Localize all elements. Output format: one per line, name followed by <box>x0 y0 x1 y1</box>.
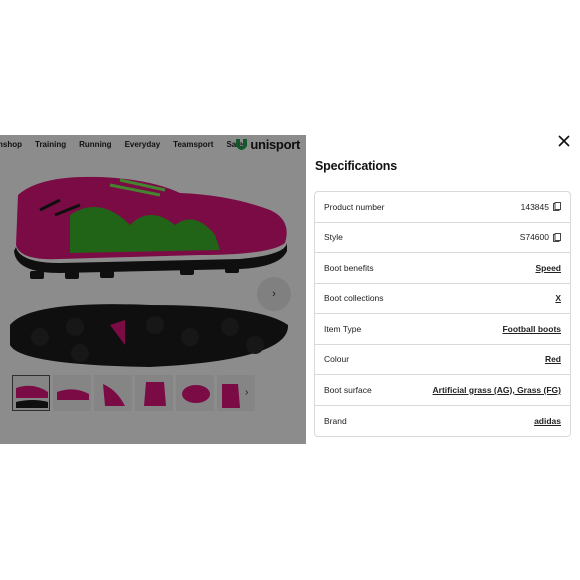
spec-value: S74600 <box>520 232 561 242</box>
boot-thumbnail-image <box>182 385 210 403</box>
thumbnail-strip <box>12 375 255 413</box>
boot-thumbnail-image <box>57 389 89 400</box>
boot-benefits-link[interactable]: Speed <box>535 263 561 273</box>
spec-row-boot-surface: Boot surface Artificial grass (AG), Gras… <box>315 375 570 406</box>
nav-item-everyday[interactable]: Everyday <box>125 140 161 149</box>
thumbnails-next-button[interactable]: › <box>245 387 248 398</box>
logo-mark-icon <box>236 138 248 150</box>
spec-row-boot-collections: Boot collections X <box>315 284 570 314</box>
gallery-next-button[interactable]: › <box>257 277 291 311</box>
boot-thumbnail-image <box>16 385 48 408</box>
copy-icon[interactable] <box>553 202 561 212</box>
specifications-table: Product number 143845 Style S74600 Boot … <box>314 191 571 437</box>
unisport-logo[interactable]: unisport <box>236 137 300 152</box>
brand-link[interactable]: adidas <box>534 416 561 426</box>
logo-text: unisport <box>250 137 300 152</box>
thumbnail-3[interactable] <box>94 375 132 411</box>
nav-items: nshop Training Running Everyday Teamspor… <box>0 140 256 149</box>
spec-label: Boot benefits <box>324 262 374 273</box>
drawer-title: Specifications <box>315 159 397 173</box>
spec-value: 143845 <box>521 202 561 212</box>
style-value: S74600 <box>519 232 549 243</box>
spec-label: Boot collections <box>324 293 384 304</box>
spec-label: Style <box>324 232 343 243</box>
nav-item-training[interactable]: Training <box>35 140 66 149</box>
copy-icon[interactable] <box>553 232 561 242</box>
football-boot-image <box>10 176 289 367</box>
spec-label: Colour <box>324 354 350 365</box>
spec-row-boot-benefits: Boot benefits Speed <box>315 253 570 284</box>
product-number-value: 143845 <box>520 201 549 212</box>
spec-row-colour: Colour Red <box>315 345 570 375</box>
thumbnail-4[interactable] <box>135 375 173 411</box>
nav-item-running[interactable]: Running <box>79 140 111 149</box>
spec-row-item-type: Item Type Football boots <box>315 314 570 345</box>
boot-thumbnail-image <box>103 384 125 406</box>
spec-row-brand: Brand adidas <box>315 406 570 437</box>
spec-label: Brand <box>324 415 347 426</box>
product-page: nshop Training Running Everyday Teamspor… <box>0 135 306 444</box>
thumbnail-5[interactable] <box>176 375 214 411</box>
boot-thumbnail-image <box>144 382 166 406</box>
chevron-right-icon: › <box>272 288 276 300</box>
colour-link[interactable]: Red <box>545 354 561 364</box>
spec-label: Item Type <box>324 323 362 334</box>
boot-surface-link[interactable]: Artificial grass (AG), Grass (FG) <box>433 385 561 395</box>
item-type-link[interactable]: Football boots <box>502 324 561 334</box>
spec-row-style: Style S74600 <box>315 223 570 253</box>
product-image-gallery: › <box>0 155 306 367</box>
boot-thumbnail-image <box>222 384 240 408</box>
spec-label: Product number <box>324 201 385 212</box>
boot-collections-link[interactable]: X <box>555 293 561 303</box>
nav-item-teamsport[interactable]: Teamsport <box>173 140 213 149</box>
thumbnail-1[interactable] <box>12 375 50 411</box>
top-navigation: nshop Training Running Everyday Teamspor… <box>0 135 306 153</box>
spec-row-product-number: Product number 143845 <box>315 192 570 223</box>
screen: nshop Training Running Everyday Teamspor… <box>0 0 580 580</box>
thumbnail-6[interactable] <box>217 375 255 411</box>
thumbnail-2[interactable] <box>53 375 91 411</box>
spec-label: Boot surface <box>324 384 372 395</box>
close-icon <box>558 135 570 147</box>
close-button[interactable] <box>556 133 572 149</box>
nav-item-shop[interactable]: nshop <box>0 140 22 149</box>
